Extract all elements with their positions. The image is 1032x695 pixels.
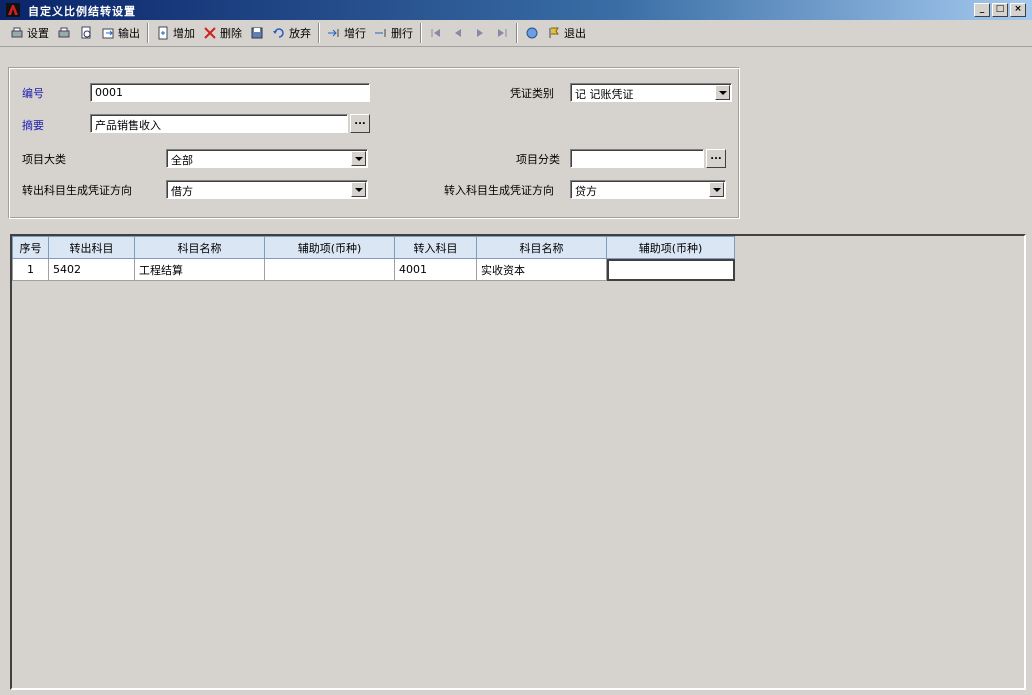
delete-row-button[interactable]: 删行 (370, 22, 417, 44)
col-header-index[interactable]: 序号 (12, 236, 49, 259)
col-header-out-account-name[interactable]: 科目名称 (134, 236, 265, 259)
in-direction-label: 转入科目生成凭证方向 (444, 184, 554, 197)
maximize-button[interactable]: □ (992, 3, 1008, 17)
item-major-label: 项目大类 (22, 153, 66, 166)
chevron-down-icon[interactable] (351, 151, 366, 166)
toolbar-separator (420, 23, 422, 43)
cell-out-account-name[interactable]: 工程结算 (134, 258, 265, 281)
grid-header-row: 序号 转出科目 科目名称 辅助项(币种) 转入科目 科目名称 辅助项(币种) (12, 236, 735, 259)
print-button[interactable] (53, 22, 75, 44)
code-label: 编号 (22, 87, 44, 100)
col-header-in-account[interactable]: 转入科目 (394, 236, 477, 259)
cell-in-auxiliary[interactable] (606, 258, 735, 281)
summary-label: 摘要 (22, 119, 44, 132)
item-class-label: 项目分类 (516, 153, 560, 166)
voucher-type-select[interactable]: 记 记账凭证 (570, 83, 732, 102)
col-header-in-account-name[interactable]: 科目名称 (476, 236, 607, 259)
summary-input[interactable]: 产品销售收入 (90, 114, 348, 133)
toolbar: 设置 输出 增加 删除 放弃 增行 删行 退出 (0, 20, 1032, 47)
setup-button[interactable]: 设置 (6, 22, 53, 44)
col-header-out-auxiliary[interactable]: 辅助项(币种) (264, 236, 395, 259)
save-icon (251, 27, 263, 39)
toolbar-separator (318, 23, 320, 43)
transfer-grid: 序号 转出科目 科目名称 辅助项(币种) 转入科目 科目名称 辅助项(币种) 1… (12, 236, 735, 281)
discard-label: 放弃 (289, 27, 311, 40)
out-direction-select[interactable]: 借方 (166, 180, 368, 199)
item-major-value: 全部 (171, 154, 193, 167)
undo-icon (273, 28, 284, 38)
setup-label: 设置 (27, 27, 49, 40)
voucher-type-label: 凭证类别 (510, 87, 554, 100)
exit-button[interactable]: 退出 (543, 22, 590, 44)
next-record-button[interactable] (469, 22, 491, 44)
in-direction-value: 贷方 (575, 185, 597, 198)
help-button[interactable] (521, 22, 543, 44)
first-record-icon (431, 29, 440, 37)
col-header-out-account[interactable]: 转出科目 (48, 236, 135, 259)
app-icon (6, 3, 20, 17)
help-icon (526, 27, 538, 39)
prev-record-icon (455, 29, 461, 37)
add-button[interactable]: 增加 (152, 22, 199, 44)
toolbar-separator (147, 23, 149, 43)
in-direction-select[interactable]: 贷方 (570, 180, 726, 199)
last-record-icon (498, 29, 507, 37)
chevron-down-icon[interactable] (715, 85, 730, 100)
cell-in-account-name[interactable]: 实收资本 (476, 258, 607, 281)
chevron-down-icon[interactable] (351, 182, 366, 197)
voucher-type-value: 记 记账凭证 (575, 88, 634, 101)
title-bar: 自定义比例结转设置 _ □ × (0, 0, 1032, 20)
insert-row-icon (328, 29, 339, 37)
delete-button[interactable]: 删除 (199, 22, 246, 44)
delete-icon (204, 27, 216, 39)
close-button[interactable]: × (1010, 3, 1026, 17)
table-row[interactable]: 1 5402 工程结算 4001 实收资本 (12, 258, 735, 281)
insert-row-label: 增行 (344, 27, 366, 40)
grid-area: 序号 转出科目 科目名称 辅助项(币种) 转入科目 科目名称 辅助项(币种) 1… (10, 234, 1026, 690)
prev-record-button[interactable] (447, 22, 469, 44)
printer-setup-icon (11, 27, 23, 38)
col-header-in-auxiliary[interactable]: 辅助项(币种) (606, 236, 735, 259)
summary-browse-button[interactable]: ... (350, 114, 370, 133)
add-icon (158, 26, 168, 40)
cell-out-account[interactable]: 5402 (48, 258, 135, 281)
toolbar-separator (516, 23, 518, 43)
discard-button[interactable]: 放弃 (268, 22, 315, 44)
cell-in-account[interactable]: 4001 (394, 258, 477, 281)
cell-out-auxiliary[interactable] (264, 258, 395, 281)
preview-icon (81, 26, 91, 39)
insert-row-button[interactable]: 增行 (323, 22, 370, 44)
export-label: 输出 (118, 27, 140, 40)
out-direction-value: 借方 (171, 185, 193, 198)
add-label: 增加 (173, 27, 195, 40)
delete-row-icon (375, 29, 386, 37)
preview-button[interactable] (75, 22, 97, 44)
print-icon (58, 27, 70, 38)
minimize-button[interactable]: _ (974, 3, 990, 17)
item-class-browse-button[interactable]: ... (706, 149, 726, 168)
first-record-button[interactable] (425, 22, 447, 44)
export-icon (102, 28, 114, 39)
next-record-icon (477, 29, 483, 37)
last-record-button[interactable] (491, 22, 513, 44)
code-input[interactable]: 0001 (90, 83, 370, 102)
item-major-select[interactable]: 全部 (166, 149, 368, 168)
exit-icon (549, 27, 559, 38)
delete-row-label: 删行 (391, 27, 413, 40)
chevron-down-icon[interactable] (709, 182, 724, 197)
exit-label: 退出 (564, 27, 586, 40)
item-class-input[interactable] (570, 149, 704, 168)
window-title: 自定义比例结转设置 (28, 5, 136, 18)
export-button[interactable]: 输出 (97, 22, 144, 44)
save-button[interactable] (246, 22, 268, 44)
delete-label: 删除 (220, 27, 242, 40)
out-direction-label: 转出科目生成凭证方向 (22, 184, 132, 197)
cell-index[interactable]: 1 (12, 258, 49, 281)
